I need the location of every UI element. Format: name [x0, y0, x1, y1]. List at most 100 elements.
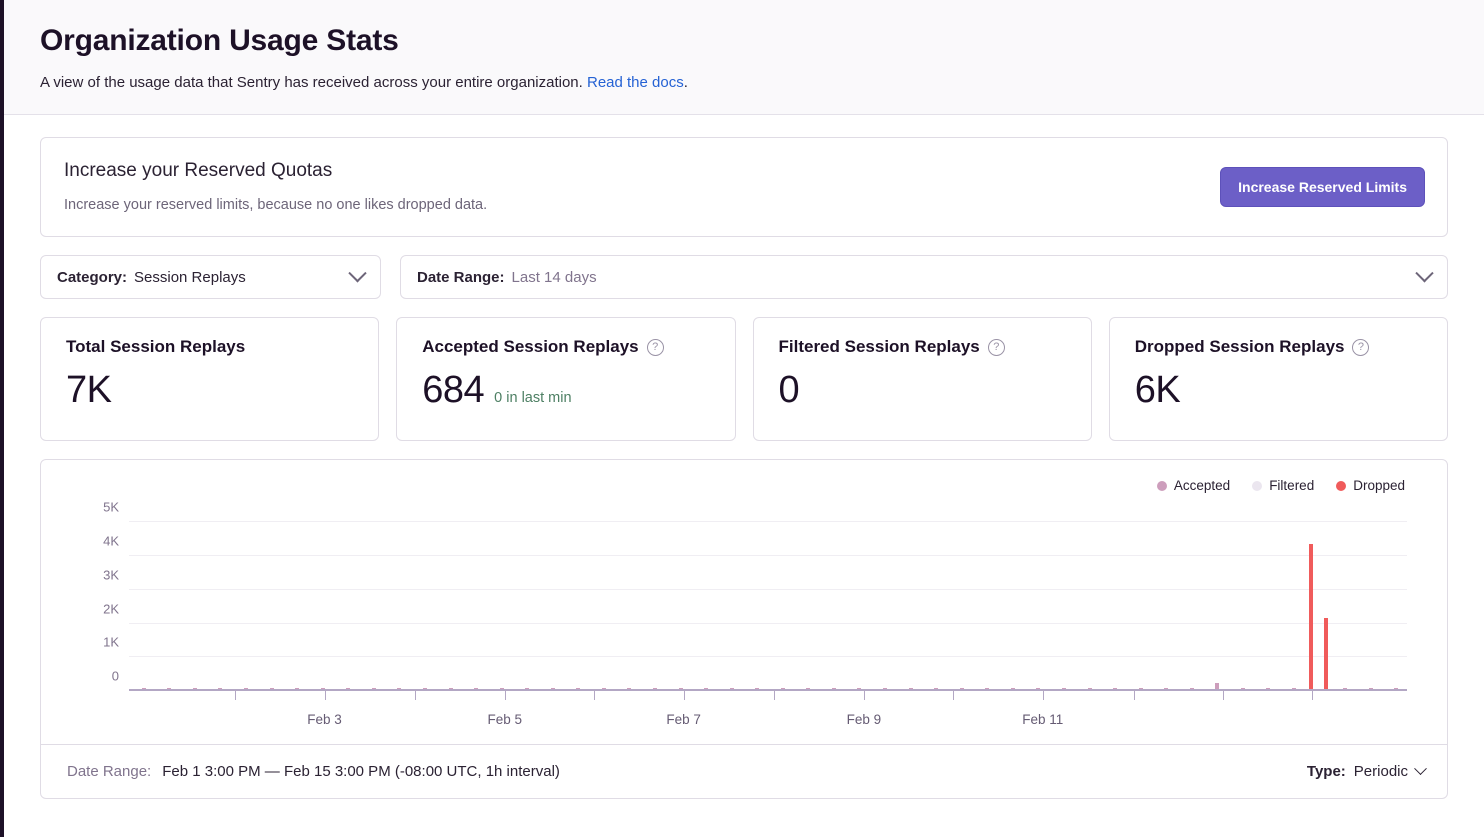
chart-x-tick: [594, 691, 595, 700]
chart-x-tick: [1223, 691, 1224, 700]
chart-bar: [1266, 688, 1270, 690]
chart-bar: [500, 688, 504, 690]
chart-bar: [551, 688, 555, 690]
chart-x-tick: [953, 691, 954, 700]
chart-bar: [244, 688, 248, 690]
page-subtitle-period: .: [684, 74, 688, 91]
page-header: Organization Usage Stats A view of the u…: [4, 0, 1484, 115]
stat-card-header: Total Session Replays: [66, 337, 357, 357]
stat-card-dropped: Dropped Session Replays ? 6K: [1109, 317, 1448, 441]
stat-card-header: Accepted Session Replays ?: [422, 337, 713, 357]
chart-bar: [218, 688, 222, 690]
chart-bar: [423, 688, 427, 690]
quota-banner-description: Increase your reserved limits, because n…: [64, 197, 487, 214]
stat-card-title: Total Session Replays: [66, 337, 245, 357]
chart-x-tick: [235, 691, 236, 700]
chart-x-tick-label: Feb 11: [1022, 712, 1063, 727]
chart-bar: [576, 688, 580, 690]
date-range-dropdown-text: Date Range: Last 14 days: [417, 269, 597, 286]
legend-swatch-icon: [1336, 481, 1346, 491]
chart-bar: [806, 688, 810, 690]
chart-bar: [960, 688, 964, 690]
chart-y-tick-label: 2K: [103, 601, 119, 616]
page-body: Increase your Reserved Quotas Increase y…: [4, 115, 1484, 799]
chart-bar: [1113, 688, 1117, 690]
chart-bar: [883, 688, 887, 690]
chevron-down-icon: [348, 264, 366, 282]
chart-bar: [1394, 688, 1398, 690]
stat-card-header: Dropped Session Replays ?: [1135, 337, 1426, 357]
chart-bar: [449, 688, 453, 690]
stat-card-value: 0: [779, 370, 800, 411]
reserved-quota-banner: Increase your Reserved Quotas Increase y…: [40, 137, 1448, 237]
date-range-dropdown[interactable]: Date Range: Last 14 days: [400, 255, 1448, 299]
chart-x-tick: [415, 691, 416, 700]
chart-x-tick-label: Feb 3: [307, 712, 342, 727]
stat-card-title: Dropped Session Replays: [1135, 337, 1345, 357]
chart-x-tick: [774, 691, 775, 700]
help-icon[interactable]: ?: [1352, 339, 1369, 356]
chart-type-label: Type:: [1307, 763, 1346, 780]
chart-footer: Date Range: Feb 1 3:00 PM — Feb 15 3:00 …: [41, 744, 1447, 798]
read-the-docs-link[interactable]: Read the docs: [587, 74, 684, 91]
chart-bar: [1292, 688, 1296, 690]
help-icon[interactable]: ?: [647, 339, 664, 356]
stat-card-value: 7K: [66, 370, 111, 411]
chart-bar: [1011, 688, 1015, 690]
date-range-value: Last 14 days: [512, 269, 597, 286]
chevron-down-icon: [1415, 264, 1433, 282]
chart-bar: [321, 688, 325, 690]
chart-bar: [857, 688, 861, 690]
chart-bar: [295, 688, 299, 690]
chart-bar: [193, 688, 197, 690]
chart-bar: [1088, 688, 1092, 690]
category-dropdown[interactable]: Category: Session Replays: [40, 255, 381, 299]
chart-bar: [934, 688, 938, 690]
page-title: Organization Usage Stats: [40, 24, 1448, 59]
stat-card-body: 6K: [1135, 370, 1426, 411]
stat-card-header: Filtered Session Replays ?: [779, 337, 1070, 357]
chevron-down-icon: [1414, 762, 1427, 775]
help-icon[interactable]: ?: [988, 339, 1005, 356]
usage-stats-page: Organization Usage Stats A view of the u…: [0, 0, 1484, 837]
stat-cards-row: Total Session Replays 7K Accepted Sessio…: [40, 317, 1448, 441]
page-subtitle-text: A view of the usage data that Sentry has…: [40, 74, 587, 91]
chart-y-tick-label: 4K: [103, 534, 119, 549]
legend-item-accepted[interactable]: Accepted: [1157, 478, 1230, 493]
filter-row: Category: Session Replays Date Range: La…: [40, 255, 1448, 299]
increase-reserved-limits-button[interactable]: Increase Reserved Limits: [1220, 167, 1425, 207]
chart-y-tick-label: 3K: [103, 567, 119, 582]
category-dropdown-text: Category: Session Replays: [57, 269, 246, 286]
chart-bar: [1215, 683, 1219, 689]
stat-card-accepted: Accepted Session Replays ? 684 0 in last…: [396, 317, 735, 441]
chart-x-tick: [1134, 691, 1135, 700]
chart-bar: [832, 688, 836, 690]
chart-bar: [781, 688, 785, 690]
chart-y-tick-label: 1K: [103, 635, 119, 650]
chart-bar: [679, 688, 683, 690]
chart-bar: [1139, 688, 1143, 690]
category-label: Category:: [57, 269, 127, 286]
chart-gridline: [129, 623, 1407, 624]
legend-swatch-icon: [1157, 481, 1167, 491]
chart-x-tick: [864, 691, 865, 700]
chart-footer-date-range: Date Range: Feb 1 3:00 PM — Feb 15 3:00 …: [67, 763, 560, 780]
legend-swatch-icon: [1252, 481, 1262, 491]
stat-card-body: 7K: [66, 370, 357, 411]
chart-type-dropdown[interactable]: Type: Periodic: [1307, 763, 1425, 780]
legend-item-dropped[interactable]: Dropped: [1336, 478, 1405, 493]
chart-bar: [525, 688, 529, 690]
stat-card-value: 684: [422, 370, 484, 411]
page-subtitle: A view of the usage data that Sentry has…: [40, 73, 1448, 93]
category-value: Session Replays: [134, 269, 246, 286]
chart-y-tick-label: 5K: [103, 500, 119, 515]
chart-gridline: [129, 656, 1407, 657]
stat-card-subtext: 0 in last min: [494, 390, 571, 406]
chart-x-tick: [1043, 691, 1044, 700]
legend-item-filtered[interactable]: Filtered: [1252, 478, 1314, 493]
chart-bar: [985, 688, 989, 690]
chart-bar: [627, 688, 631, 690]
stat-card-body: 684 0 in last min: [422, 370, 713, 411]
chart-bar: [1036, 688, 1040, 690]
chart-bar: [142, 688, 146, 690]
